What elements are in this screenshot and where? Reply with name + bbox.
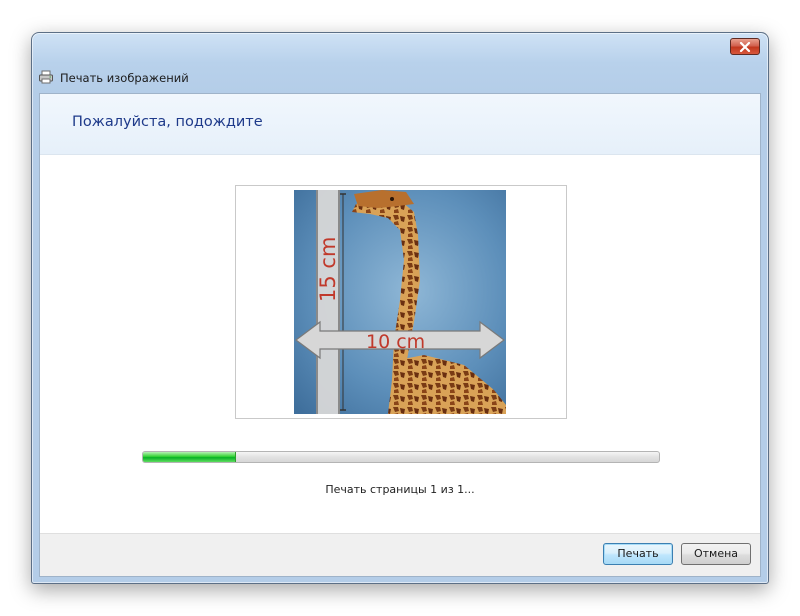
print-progress-bar	[142, 451, 660, 463]
height-label: 15 cm	[316, 237, 340, 302]
printer-icon	[38, 69, 54, 88]
width-label: 10 cm	[366, 331, 425, 353]
progress-fill	[143, 452, 236, 462]
preview-image: 15 cm 10 cm	[294, 190, 506, 414]
close-button[interactable]	[730, 38, 760, 55]
print-preview-frame: 15 cm 10 cm	[235, 185, 567, 419]
window-title: Печать изображений	[60, 71, 189, 85]
page-heading: Пожалуйста, подождите	[72, 114, 263, 130]
cancel-button[interactable]: Отмена	[681, 543, 751, 565]
close-icon	[739, 41, 751, 52]
progress-status-text: Печать страницы 1 из 1...	[325, 483, 475, 496]
dialog-content: Пожалуйста, подождите 15 cm 10 cm Печать…	[39, 93, 761, 577]
title-bar: Печать изображений	[38, 67, 189, 89]
header-band: Пожалуйста, подождите	[40, 94, 760, 155]
giraffe-photo: 15 cm 10 cm	[294, 190, 506, 414]
dialog-footer: Печать Отмена	[40, 533, 760, 576]
print-button[interactable]: Печать	[603, 543, 673, 565]
print-dialog-window: Печать изображений Пожалуйста, подождите	[31, 32, 769, 584]
